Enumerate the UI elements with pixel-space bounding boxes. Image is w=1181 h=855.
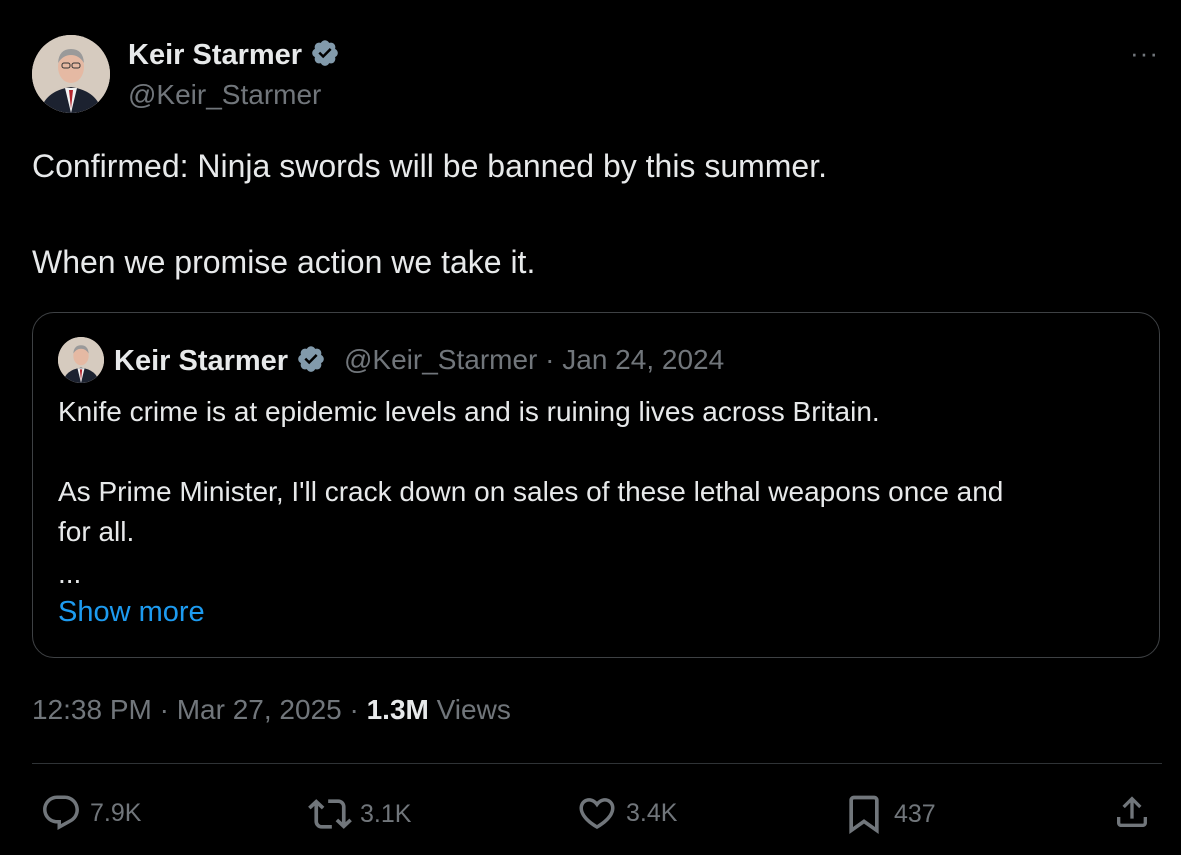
share-button[interactable] bbox=[1112, 792, 1160, 832]
reply-icon bbox=[43, 795, 79, 830]
quoted-handle-date: @Keir_Starmer · Jan 24, 2024 bbox=[344, 344, 725, 375]
tweet-timestamp[interactable]: 12:38 PM · Mar 27, 2025 · bbox=[32, 694, 367, 725]
tweet-meta: 12:38 PM · Mar 27, 2025 · 1.3M Views bbox=[32, 694, 511, 726]
show-more-link[interactable]: Show more bbox=[58, 596, 205, 629]
tweet-text-line-1: Confirmed: Ninja swords will be banned b… bbox=[32, 148, 827, 184]
author-avatar[interactable] bbox=[32, 35, 110, 113]
author-name-text[interactable]: Keir Starmer bbox=[128, 39, 302, 71]
reply-button[interactable]: 7.9K bbox=[40, 792, 141, 834]
bookmark-button[interactable]: 437 bbox=[842, 792, 936, 836]
author-name[interactable]: Keir Starmer bbox=[128, 38, 340, 76]
like-button[interactable]: 3.4K bbox=[576, 792, 677, 834]
repost-icon bbox=[308, 799, 352, 829]
quoted-text-line-2: As Prime Minister, I'll crack down on sa… bbox=[58, 476, 1004, 507]
bookmark-icon bbox=[849, 795, 879, 835]
quoted-author-name: Keir Starmer bbox=[114, 344, 326, 382]
like-count: 3.4K bbox=[626, 798, 678, 827]
bookmark-count: 437 bbox=[894, 799, 936, 828]
quoted-text-line-3: for all. bbox=[58, 516, 135, 547]
reply-count: 7.9K bbox=[90, 798, 142, 827]
share-icon bbox=[1117, 796, 1147, 827]
heart-icon bbox=[579, 798, 615, 830]
quoted-text-line-1: Knife crime is at epidemic levels and is… bbox=[58, 396, 880, 427]
quoted-ellipsis: ... bbox=[58, 558, 82, 589]
verified-badge-icon bbox=[310, 38, 340, 76]
repost-count: 3.1K bbox=[360, 799, 412, 828]
tweet-text-line-2: When we promise action we take it. bbox=[32, 244, 536, 280]
views-count: 1.3M bbox=[366, 694, 429, 725]
quoted-verified-badge-icon bbox=[296, 344, 326, 382]
divider bbox=[32, 763, 1162, 764]
quoted-author-name-text: Keir Starmer bbox=[114, 345, 289, 377]
repost-button[interactable]: 3.1K bbox=[308, 792, 411, 836]
more-options-icon[interactable]: ··· bbox=[1130, 38, 1159, 69]
quoted-author-avatar bbox=[58, 337, 104, 383]
views-label: Views bbox=[428, 694, 511, 725]
author-handle[interactable]: @Keir_Starmer bbox=[128, 79, 321, 111]
